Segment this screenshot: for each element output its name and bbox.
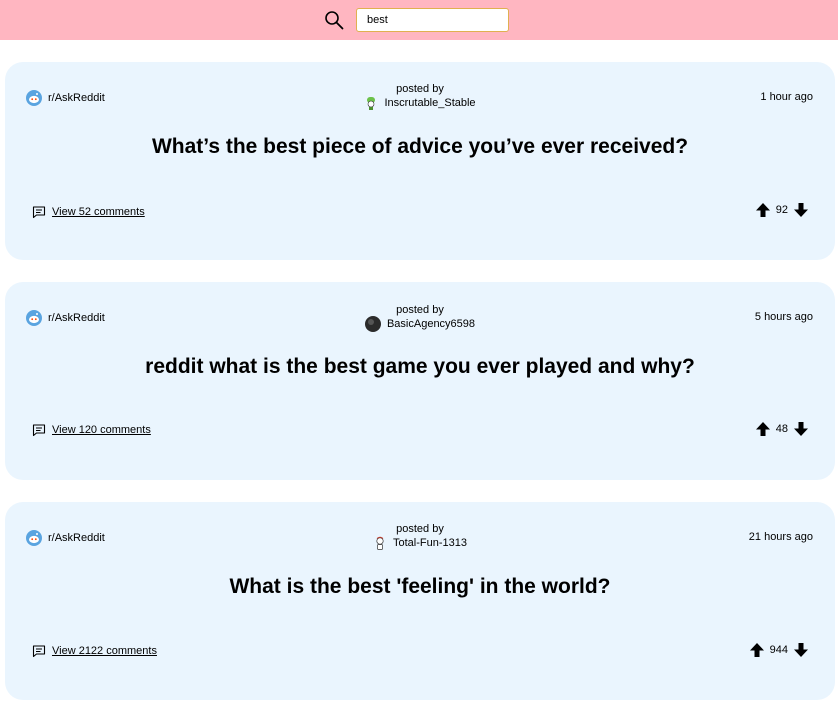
comments-link[interactable]: View 120 comments — [32, 423, 151, 437]
upvote-arrow-icon[interactable] — [755, 202, 771, 218]
post-title[interactable]: What is the best 'feeling' in the world? — [5, 574, 835, 600]
comments-link-label[interactable]: View 2122 comments — [52, 645, 157, 657]
post-card[interactable]: r/AskReddit posted by BasicAgency6598 5 … — [5, 282, 835, 480]
vote-count: 92 — [775, 204, 788, 216]
vote-count: 48 — [775, 423, 788, 435]
comment-icon — [32, 206, 46, 219]
post-time: 1 hour ago — [760, 91, 813, 103]
comments-link-label[interactable]: View 52 comments — [52, 206, 145, 218]
author-avatar-icon — [376, 536, 384, 550]
post-time: 21 hours ago — [748, 531, 813, 543]
upvote-arrow-icon[interactable] — [749, 642, 765, 658]
author-avatar-icon — [367, 97, 376, 110]
search-icon[interactable] — [324, 10, 344, 30]
posted-by-label: posted by — [396, 83, 444, 95]
search-header — [0, 0, 838, 40]
author[interactable]: Inscrutable_Stable — [5, 96, 835, 110]
search-input[interactable] — [356, 8, 509, 32]
vote-controls: 92 — [755, 202, 809, 218]
vote-controls: 48 — [755, 421, 809, 437]
author[interactable]: Total-Fun-1313 — [5, 536, 835, 550]
downvote-arrow-icon[interactable] — [793, 642, 809, 658]
post-time: 5 hours ago — [754, 311, 813, 323]
post-title[interactable]: What’s the best piece of advice you’ve e… — [5, 134, 835, 160]
post-card[interactable]: r/AskReddit posted by Total-Fun-1313 21 … — [5, 502, 835, 700]
comment-icon — [32, 424, 46, 437]
comments-link[interactable]: View 52 comments — [32, 205, 145, 219]
vote-count: 944 — [769, 644, 788, 656]
post-title[interactable]: reddit what is the best game you ever pl… — [5, 354, 835, 380]
author-name[interactable]: Inscrutable_Stable — [384, 97, 475, 109]
comments-link[interactable]: View 2122 comments — [32, 644, 157, 658]
vote-controls: 944 — [749, 642, 809, 658]
downvote-arrow-icon[interactable] — [793, 421, 809, 437]
comment-icon — [32, 645, 46, 658]
author[interactable]: BasicAgency6598 — [5, 316, 835, 332]
post-card[interactable]: r/AskReddit posted by Inscrutable_Stable… — [5, 62, 835, 260]
author-name[interactable]: BasicAgency6598 — [387, 318, 475, 330]
downvote-arrow-icon[interactable] — [793, 202, 809, 218]
author-name[interactable]: Total-Fun-1313 — [393, 537, 467, 549]
author-avatar-icon — [364, 316, 381, 332]
upvote-arrow-icon[interactable] — [755, 421, 771, 437]
posted-by-label: posted by — [396, 523, 444, 535]
comments-link-label[interactable]: View 120 comments — [52, 424, 151, 436]
